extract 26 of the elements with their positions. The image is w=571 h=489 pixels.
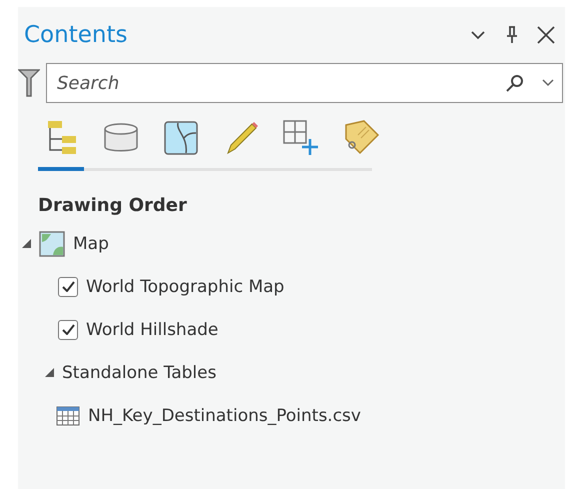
search-box[interactable]: Search [46,63,563,103]
expander-icon[interactable] [22,239,31,248]
map-label[interactable]: Map [73,234,109,254]
layer-label[interactable]: World Topographic Map [86,276,284,296]
filter-icon [18,68,40,98]
table-icon [56,406,80,426]
map-sheet-icon [162,119,200,157]
caret-icon [471,30,485,40]
map-icon [39,230,65,256]
caret-icon[interactable] [542,79,554,87]
search-icon[interactable] [506,74,524,92]
section-heading: Drawing Order [38,195,188,216]
close-icon [537,26,555,44]
checkmark-icon [62,281,74,292]
checkbox[interactable] [58,320,78,340]
layer-label[interactable]: World Hillshade [86,320,218,340]
table-label[interactable]: NH_Key_Destinations_Points.csv [88,406,361,426]
search-field[interactable]: Search [55,72,506,94]
expander-icon[interactable] [45,368,54,377]
checkmark-icon [62,324,74,335]
checkbox[interactable] [58,276,78,296]
group-label[interactable]: Standalone Tables [62,362,216,382]
pane-title: Contents [24,22,128,48]
pin-icon [506,26,518,44]
grid-add-icon [282,119,320,157]
close-button[interactable] [535,24,557,46]
